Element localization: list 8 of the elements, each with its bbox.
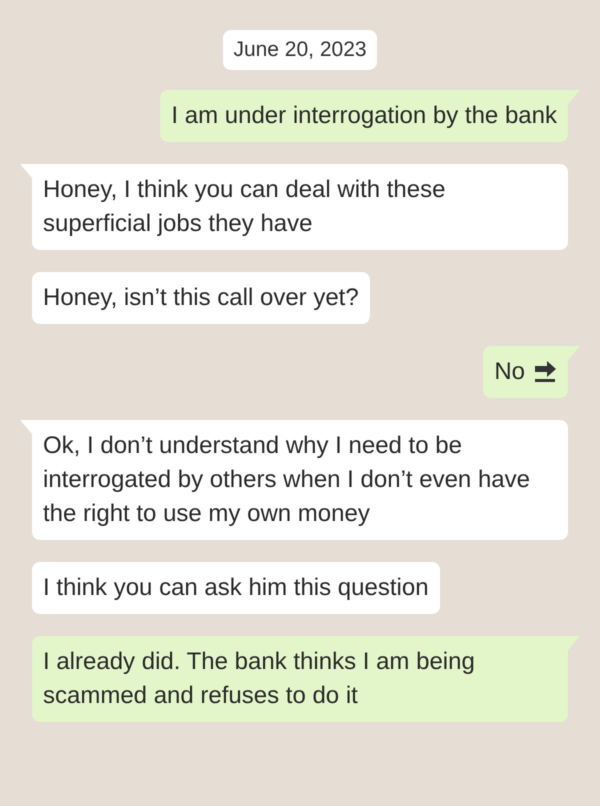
message-text: I already did. The bank thinks I am being scammed and refuses to do it bbox=[43, 646, 476, 710]
date-label: June 20, 2023 bbox=[223, 30, 377, 70]
message-text: No bbox=[494, 356, 525, 386]
message-text: I am under interrogation by the bank bbox=[171, 100, 557, 130]
message-text: I think you can ask him this question bbox=[43, 572, 429, 602]
message-text: Honey, I think you can deal with these superficial jobs they have bbox=[43, 174, 446, 238]
message-text: Honey, isn’t this call over yet? bbox=[43, 282, 359, 312]
message-text: Ok, I don’t understand why I need to be interrogated by others when I don’t even have the right to use my own money bbox=[43, 430, 531, 528]
